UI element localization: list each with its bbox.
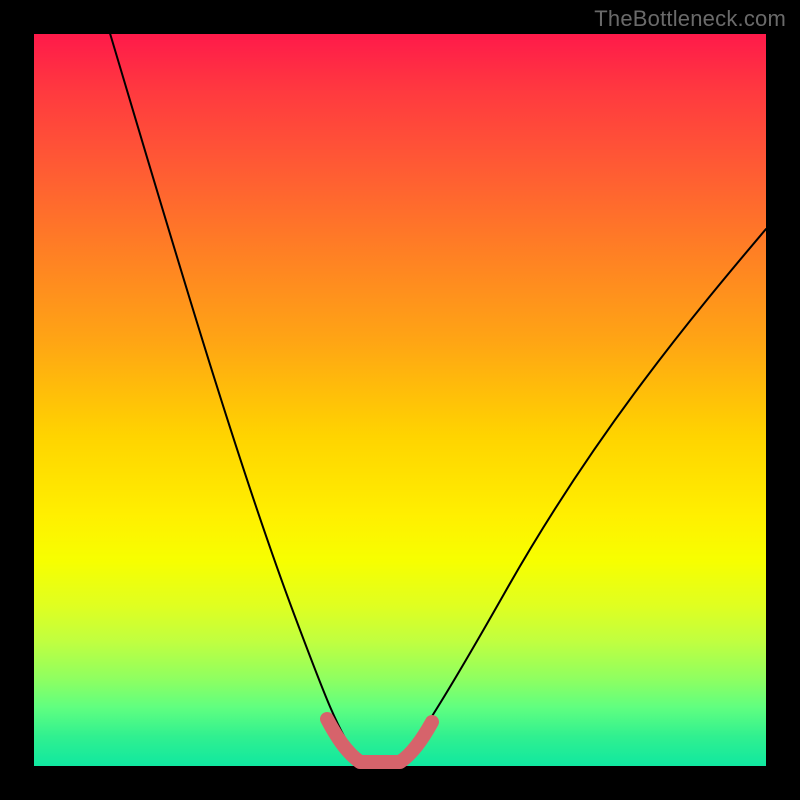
chart-frame: TheBottleneck.com xyxy=(0,0,800,800)
v-curve-thin xyxy=(109,30,766,762)
curve-layer xyxy=(34,34,766,766)
watermark-text: TheBottleneck.com xyxy=(594,6,786,32)
v-curve-highlight xyxy=(327,719,432,762)
plot-area xyxy=(34,34,766,766)
